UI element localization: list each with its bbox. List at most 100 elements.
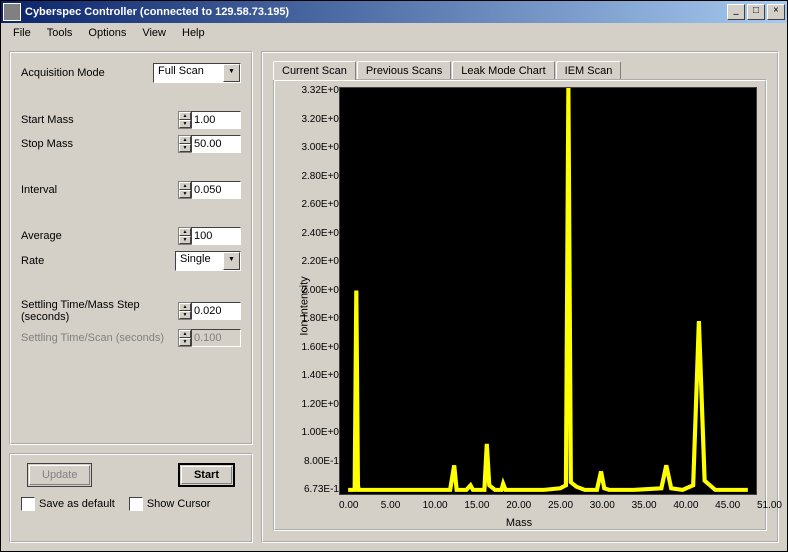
tab-leak-mode[interactable]: Leak Mode Chart [452, 61, 554, 79]
y-tick: 1.20E+0 [291, 399, 339, 410]
spin-down-icon[interactable]: ▼ [179, 120, 191, 128]
acq-mode-dropdown[interactable]: Full Scan ▼ [153, 63, 241, 83]
tab-current-scan[interactable]: Current Scan [273, 61, 356, 80]
start-mass-spinner[interactable]: ▲▼ [178, 111, 241, 129]
tab-iem-scan[interactable]: IEM Scan [556, 61, 622, 79]
settling-step-input[interactable] [191, 302, 241, 320]
window-buttons: _ □ × [727, 4, 785, 20]
minimize-button[interactable]: _ [727, 4, 745, 20]
menu-tools[interactable]: Tools [39, 25, 81, 41]
spin-up-icon[interactable]: ▲ [179, 136, 191, 144]
start-mass-label: Start Mass [21, 114, 178, 126]
menu-help[interactable]: Help [174, 25, 213, 41]
spin-down-icon[interactable]: ▼ [179, 311, 191, 319]
show-cursor-checkbox[interactable]: Show Cursor [129, 497, 211, 511]
tab-strip: Current Scan Previous Scans Leak Mode Ch… [273, 59, 767, 79]
settling-scan-label: Settling Time/Scan (seconds) [21, 332, 178, 344]
average-spinner[interactable]: ▲▼ [178, 227, 241, 245]
maximize-button[interactable]: □ [747, 4, 765, 20]
menu-view[interactable]: View [134, 25, 174, 41]
interval-spinner[interactable]: ▲▼ [178, 181, 241, 199]
left-column: Acquisition Mode Full Scan ▼ Start Mass … [9, 51, 253, 543]
menu-bar: File Tools Options View Help [1, 23, 787, 43]
title-bar: Cyberspec Controller (connected to 129.5… [1, 1, 787, 23]
average-input[interactable] [191, 227, 241, 245]
y-tick: 1.00E+0 [291, 427, 339, 438]
rate-row: Rate Single ▼ [21, 251, 241, 271]
y-tick: 2.40E+0 [291, 228, 339, 239]
settling-step-spinner[interactable]: ▲▼ [178, 302, 241, 320]
update-button: Update [27, 463, 92, 487]
acquisition-panel: Acquisition Mode Full Scan ▼ Start Mass … [9, 51, 253, 445]
stop-mass-input[interactable] [191, 135, 241, 153]
stop-mass-label: Stop Mass [21, 138, 178, 150]
average-label: Average [21, 230, 178, 242]
y-tick: 1.40E+0 [291, 370, 339, 381]
settling-step-row: Settling Time/Mass Step (seconds) ▲▼ [21, 299, 241, 323]
spectrum-trace [348, 88, 748, 490]
y-tick: 3.00E+0 [291, 142, 339, 153]
close-button[interactable]: × [767, 4, 785, 20]
rate-value: Single [176, 252, 223, 270]
spin-up-icon[interactable]: ▲ [179, 112, 191, 120]
start-mass-input[interactable] [191, 111, 241, 129]
menu-options[interactable]: Options [80, 25, 134, 41]
settling-step-label: Settling Time/Mass Step (seconds) [21, 299, 178, 323]
spin-down-icon[interactable]: ▼ [179, 144, 191, 152]
plot-area[interactable] [339, 87, 757, 495]
y-tick: 3.20E+0 [291, 114, 339, 125]
rate-dropdown[interactable]: Single ▼ [175, 251, 241, 271]
y-tick: 3.32E+0 [291, 85, 339, 96]
spin-up-icon[interactable]: ▲ [179, 228, 191, 236]
average-row: Average ▲▼ [21, 227, 241, 245]
y-tick: 2.00E+0 [291, 285, 339, 296]
window-title: Cyberspec Controller (connected to 129.5… [25, 6, 727, 18]
stop-mass-spinner[interactable]: ▲▼ [178, 135, 241, 153]
chart-area: Ion Intensity Mass 3.32E+03.20E+03.00E+0… [277, 85, 761, 527]
y-tick: 6.73E-1 [291, 484, 339, 495]
checkbox-icon [129, 497, 143, 511]
x-tick-labels: 0.005.0010.0015.0020.0025.0030.0035.0040… [339, 500, 757, 511]
interval-label: Interval [21, 184, 178, 196]
y-tick: 8.00E-1 [291, 456, 339, 467]
y-tick: 1.80E+0 [291, 313, 339, 324]
chevron-down-icon: ▼ [223, 252, 240, 270]
actions-panel: Update Start Save as default Show Cursor [9, 453, 253, 543]
interval-input[interactable] [191, 181, 241, 199]
y-tick: 2.20E+0 [291, 256, 339, 267]
spin-down-icon[interactable]: ▼ [179, 236, 191, 244]
app-icon [3, 3, 21, 21]
spin-up-icon[interactable]: ▲ [179, 182, 191, 190]
spin-up-icon[interactable]: ▲ [179, 303, 191, 311]
y-tick: 1.60E+0 [291, 342, 339, 353]
x-axis-label: Mass [506, 517, 532, 529]
checkbox-icon [21, 497, 35, 511]
spin-up-icon: ▲ [179, 330, 191, 338]
start-mass-row: Start Mass ▲▼ [21, 111, 241, 129]
settling-scan-spinner: ▲▼ [178, 329, 241, 347]
spin-down-icon[interactable]: ▼ [179, 190, 191, 198]
show-cursor-label: Show Cursor [147, 498, 211, 510]
acq-mode-label: Acquisition Mode [21, 67, 153, 79]
settling-scan-input [191, 329, 241, 347]
save-default-label: Save as default [39, 498, 115, 510]
stop-mass-row: Stop Mass ▲▼ [21, 135, 241, 153]
chart-frame: Ion Intensity Mass 3.32E+03.20E+03.00E+0… [273, 79, 767, 531]
content-area: Acquisition Mode Full Scan ▼ Start Mass … [1, 43, 787, 551]
app-window: Cyberspec Controller (connected to 129.5… [0, 0, 788, 552]
settling-scan-row: Settling Time/Scan (seconds) ▲▼ [21, 329, 241, 347]
spin-down-icon: ▼ [179, 338, 191, 346]
interval-row: Interval ▲▼ [21, 181, 241, 199]
y-tick-labels: 3.32E+0 3.20E+0 3.00E+0 2.80E+0 2.60E+0 2.40E… [291, 85, 339, 495]
acq-mode-value: Full Scan [154, 64, 223, 82]
acquisition-mode-row: Acquisition Mode Full Scan ▼ [21, 63, 241, 83]
rate-label: Rate [21, 255, 175, 267]
y-tick: 2.60E+0 [291, 199, 339, 210]
chevron-down-icon: ▼ [223, 64, 240, 82]
start-button[interactable]: Start [178, 463, 235, 487]
save-default-checkbox[interactable]: Save as default [21, 497, 115, 511]
tab-previous-scans[interactable]: Previous Scans [357, 61, 451, 79]
chart-panel: Current Scan Previous Scans Leak Mode Ch… [261, 51, 779, 543]
y-tick: 2.80E+0 [291, 171, 339, 182]
menu-file[interactable]: File [5, 25, 39, 41]
